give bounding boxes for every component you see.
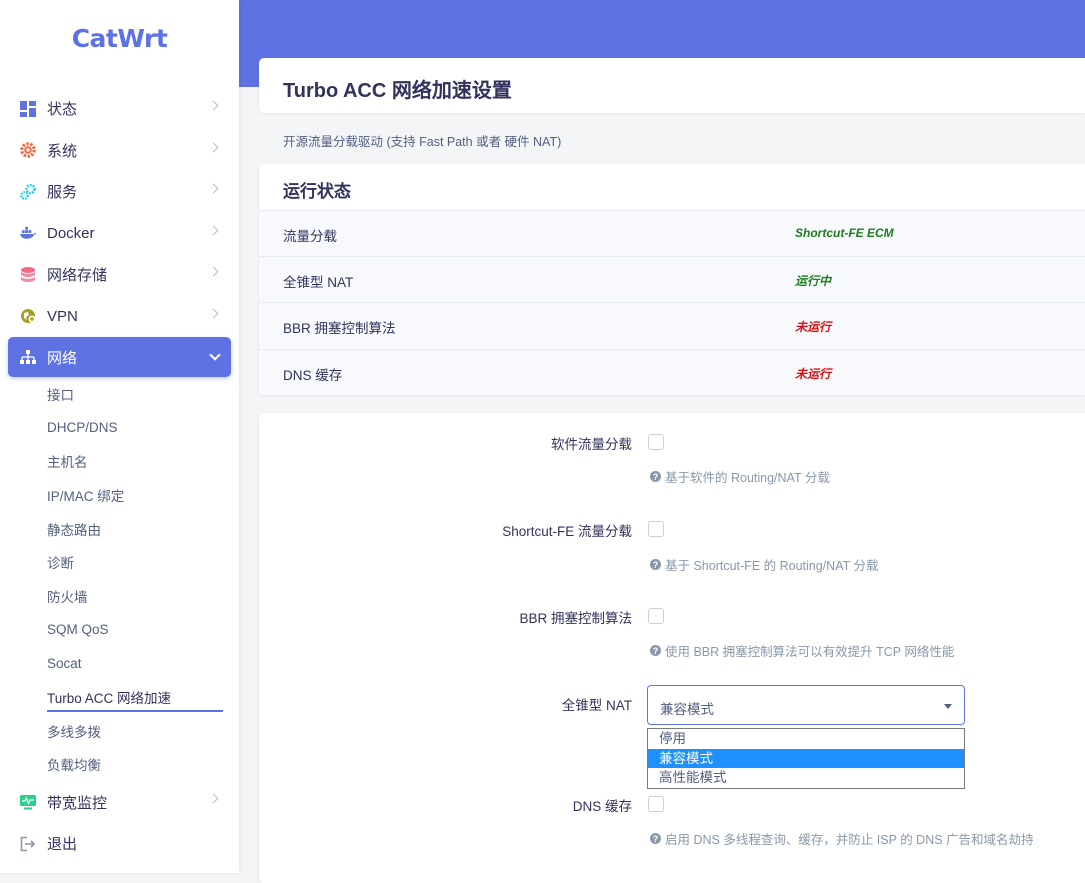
globe-icon <box>20 308 36 324</box>
menu-item-label: 网络存储 <box>47 267 108 285</box>
sitemap-icon <box>20 349 36 365</box>
chevron-right-icon <box>208 142 219 152</box>
menu-item-label: 网络 <box>47 349 78 367</box>
sw-offload-checkbox[interactable] <box>648 434 664 450</box>
brand-logo[interactable]: CatWrt <box>0 24 239 53</box>
chevron-right-icon <box>208 266 219 277</box>
submenu-item-ip-mac-binding[interactable]: IP/MAC 绑定 <box>0 478 239 512</box>
fullcone-nat-label: 全锥型 NAT <box>561 698 632 713</box>
menu-item-logout[interactable]: 退出 <box>0 823 239 865</box>
menu-item-network[interactable]: 网络 <box>8 337 231 377</box>
status-row: 全锥型 NAT 运行中 <box>259 256 1085 302</box>
chevron-down-icon <box>209 349 221 361</box>
status-section-title: 运行状态 <box>283 182 351 201</box>
chevron-right-icon <box>208 308 219 318</box>
help-text: 基于 Shortcut-FE 的 Routing/NAT 分载 <box>665 559 879 573</box>
bbr-checkbox[interactable] <box>648 608 664 624</box>
menu-item-label: VPN <box>47 307 78 325</box>
option-high-performance[interactable]: 高性能模式 <box>648 768 964 788</box>
status-label: DNS 缓存 <box>283 368 343 383</box>
page-title: Turbo ACC 网络加速设置 <box>283 80 512 102</box>
help-text: 使用 BBR 拥塞控制算法可以有效提升 TCP 网络性能 <box>665 645 955 659</box>
status-value: Shortcut-FE ECM <box>795 226 894 240</box>
sfe-offload-label: Shortcut-FE 流量分载 <box>502 524 632 539</box>
menu-item-label: Docker <box>47 224 95 242</box>
help-icon: ? <box>650 471 661 482</box>
select-value: 兼容模式 <box>660 702 714 717</box>
chevron-right-icon <box>208 793 219 804</box>
menu-item-system[interactable]: 系统 <box>0 130 239 172</box>
status-row: 流量分载 Shortcut-FE ECM <box>259 210 1085 256</box>
status-row: DNS 缓存 未运行 <box>259 349 1085 395</box>
cogs-icon <box>20 183 36 200</box>
status-row: BBR 拥塞控制算法 未运行 <box>259 302 1085 348</box>
caret-down-icon <box>944 704 952 709</box>
settings-card: 软件流量分载 ? 基于软件的 Routing/NAT 分载 Shortcut-F… <box>259 413 1085 883</box>
status-label: 流量分载 <box>283 229 337 244</box>
submenu-item-sqm-qos[interactable]: SQM QoS <box>0 613 239 647</box>
chevron-right-icon <box>208 100 219 111</box>
network-submenu: 接口 DHCP/DNS 主机名 IP/MAC 绑定 静态路由 诊断 防火墙 SQ… <box>0 377 239 781</box>
submenu-item-firewall[interactable]: 防火墙 <box>0 579 239 613</box>
sw-offload-help: ? 基于软件的 Routing/NAT 分载 <box>650 467 830 486</box>
help-text: 基于软件的 Routing/NAT 分载 <box>665 471 830 485</box>
submenu-item-socat[interactable]: Socat <box>0 647 239 681</box>
status-card: 运行状态 流量分载 Shortcut-FE ECM 全锥型 NAT 运行中 BB… <box>259 164 1085 395</box>
status-label: 全锥型 NAT <box>283 275 354 290</box>
database-icon <box>20 266 36 283</box>
dns-cache-help: ? 启用 DNS 多线程查询、缓存，并防止 ISP 的 DNS 广告和域名劫持 <box>650 829 1034 848</box>
submenu-item-dhcp-dns[interactable]: DHCP/DNS <box>0 411 239 445</box>
bbr-help: ? 使用 BBR 拥塞控制算法可以有效提升 TCP 网络性能 <box>650 641 954 660</box>
submenu-item-static-routes[interactable]: 静态路由 <box>0 512 239 546</box>
sidebar: CatWrt 状态 系统 服务 Docker 网络存储 VPN 网络 接口 DH… <box>0 0 239 873</box>
page-description: 开源流量分载驱动 (支持 Fast Path 或者 硬件 NAT) <box>283 135 562 149</box>
option-compatible-mode[interactable]: 兼容模式 <box>648 748 964 768</box>
chevron-right-icon <box>208 183 219 194</box>
docker-icon <box>20 225 36 241</box>
menu-item-bandwidth-monitor[interactable]: 带宽监控 <box>0 781 239 823</box>
main-menu: 状态 系统 服务 Docker 网络存储 VPN 网络 接口 DHCP/DNS … <box>0 88 239 864</box>
title-card: Turbo ACC 网络加速设置 <box>259 58 1085 113</box>
menu-item-services[interactable]: 服务 <box>0 171 239 213</box>
submenu-item-interfaces[interactable]: 接口 <box>0 377 239 411</box>
menu-item-status[interactable]: 状态 <box>0 88 239 130</box>
help-icon: ? <box>650 559 661 570</box>
submenu-item-hostnames[interactable]: 主机名 <box>0 444 239 478</box>
sfe-offload-checkbox[interactable] <box>648 521 664 537</box>
option-disabled[interactable]: 停用 <box>648 729 964 749</box>
menu-item-docker[interactable]: Docker <box>0 213 239 255</box>
help-icon: ? <box>650 645 661 656</box>
dns-cache-checkbox[interactable] <box>648 796 664 812</box>
bbr-label: BBR 拥塞控制算法 <box>519 611 632 626</box>
sfe-offload-help: ? 基于 Shortcut-FE 的 Routing/NAT 分载 <box>650 555 878 574</box>
status-label: BBR 拥塞控制算法 <box>283 321 396 336</box>
menu-item-label: 带宽监控 <box>47 794 108 812</box>
status-value: 运行中 <box>795 274 832 288</box>
menu-item-storage[interactable]: 网络存储 <box>0 254 239 296</box>
submenu-item-diagnostics[interactable]: 诊断 <box>0 545 239 579</box>
fullcone-nat-select[interactable]: 兼容模式 <box>647 685 965 725</box>
fullcone-nat-dropdown: 停用 兼容模式 高性能模式 <box>647 728 965 789</box>
submenu-item-load-balance[interactable]: 负载均衡 <box>0 748 239 782</box>
help-icon: ? <box>650 833 661 844</box>
chevron-right-icon <box>208 225 219 235</box>
submenu-item-turbo-acc[interactable]: Turbo ACC 网络加速 <box>0 680 239 714</box>
status-value: 未运行 <box>795 367 832 381</box>
menu-item-label: 服务 <box>47 184 78 202</box>
dashboard-icon <box>20 100 36 117</box>
help-text: 启用 DNS 多线程查询、缓存，并防止 ISP 的 DNS 广告和域名劫持 <box>665 833 1034 847</box>
gear-icon <box>20 142 36 159</box>
submenu-item-multiwan[interactable]: 多线多拨 <box>0 714 239 748</box>
monitor-icon <box>20 794 36 810</box>
dns-cache-label: DNS 缓存 <box>572 799 632 814</box>
status-value: 未运行 <box>795 320 832 334</box>
sw-offload-label: 软件流量分载 <box>551 437 632 452</box>
menu-item-label: 系统 <box>47 142 78 160</box>
menu-item-label: 状态 <box>47 101 78 119</box>
menu-item-vpn[interactable]: VPN <box>0 296 239 338</box>
logout-icon <box>20 836 36 852</box>
menu-item-label: 退出 <box>47 836 78 853</box>
